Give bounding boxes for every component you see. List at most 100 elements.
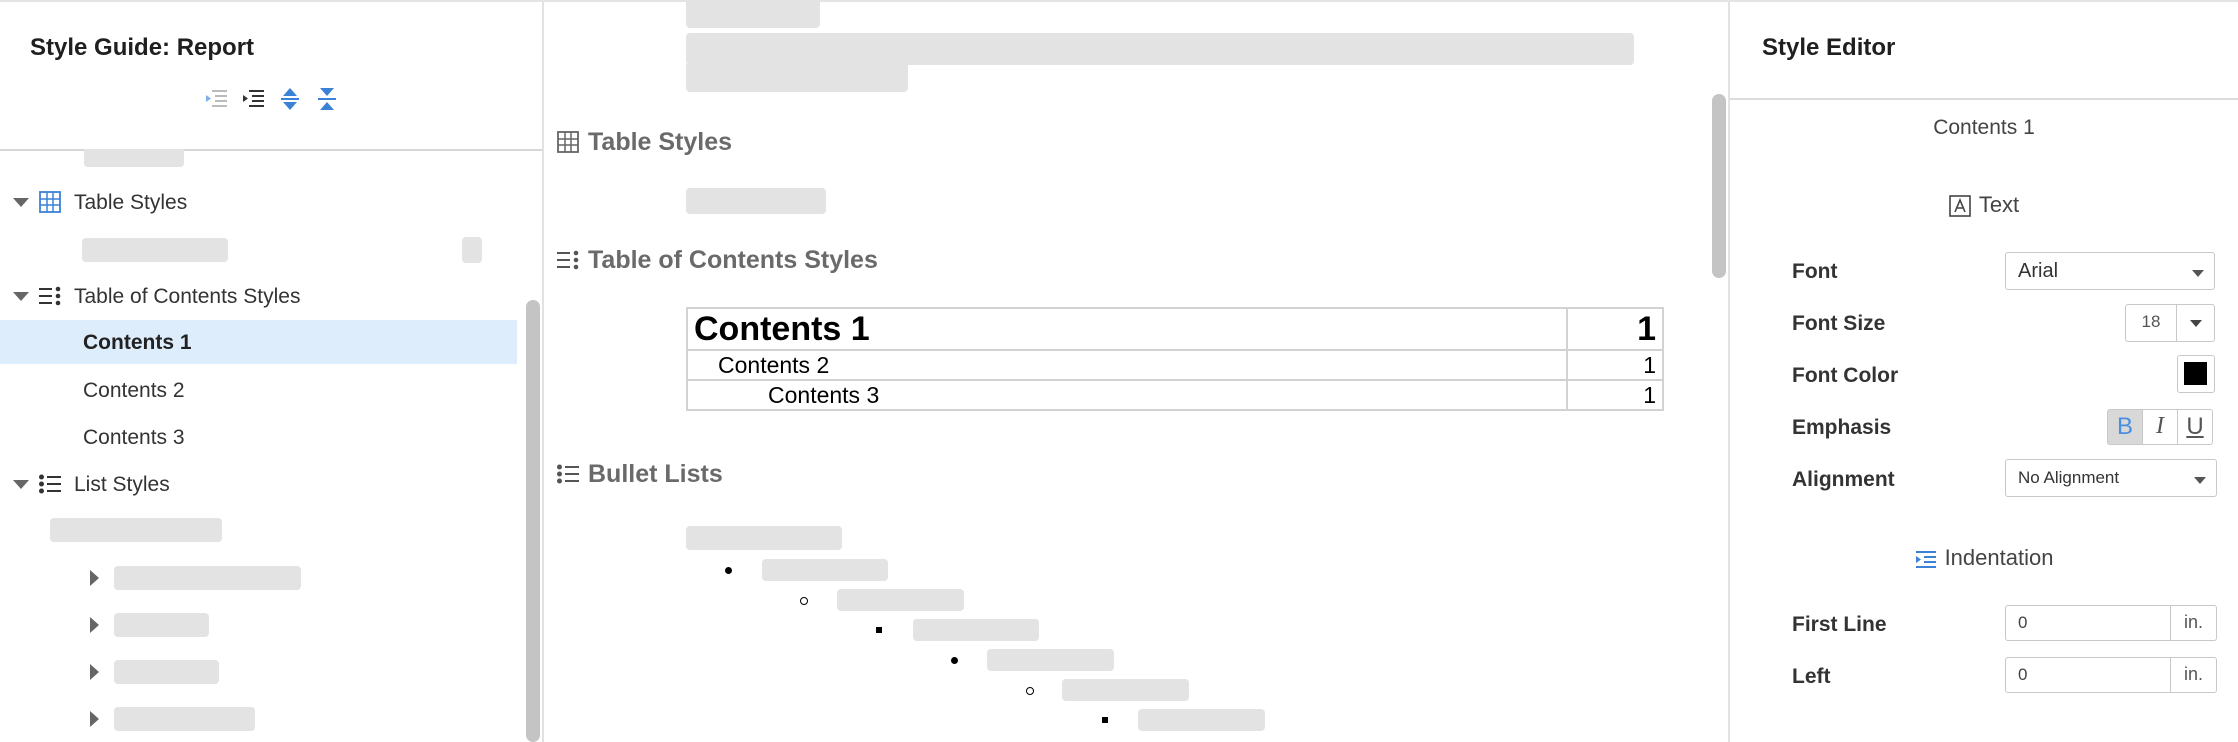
placeholder-text bbox=[837, 589, 964, 611]
toc-icon bbox=[557, 250, 579, 270]
tree-item-label: Table of Contents Styles bbox=[74, 285, 301, 308]
placeholder-text bbox=[1062, 679, 1189, 701]
group-label: Text bbox=[1978, 192, 2020, 217]
toc-entry-page: 1 bbox=[1566, 379, 1664, 411]
tree-item-contents-3[interactable]: Contents 3 bbox=[0, 415, 517, 459]
toc-preview-table: Contents 1 1 Contents 2 1 Contents 3 1 bbox=[686, 307, 1664, 411]
section-title-bullet-lists: Bullet Lists bbox=[588, 460, 723, 488]
font-size-input[interactable]: 18 bbox=[2125, 304, 2177, 342]
bullet-disc-icon bbox=[951, 657, 958, 664]
tree-scrollbar[interactable] bbox=[526, 300, 540, 742]
chevron-down-icon bbox=[2192, 270, 2204, 277]
tree-item-collapsed[interactable] bbox=[0, 556, 400, 600]
underline-button[interactable]: U bbox=[2177, 409, 2213, 445]
toc-preview-row[interactable]: Contents 2 1 bbox=[686, 349, 1664, 381]
preview-scrollbar[interactable] bbox=[1712, 94, 1726, 278]
tree-item-label: Table Styles bbox=[74, 191, 188, 214]
bullet-disc-icon bbox=[725, 567, 732, 574]
section-title-toc-styles: Table of Contents Styles bbox=[588, 246, 878, 274]
font-value: Arial bbox=[2018, 260, 2059, 282]
tree-item-collapsed[interactable] bbox=[0, 650, 400, 694]
placeholder-item bbox=[50, 518, 222, 542]
placeholder-text bbox=[686, 64, 908, 92]
placeholder-text bbox=[686, 526, 842, 550]
style-guide-panel: Style Guide: Report Table Styles Table o… bbox=[0, 2, 544, 742]
indentation-icon bbox=[1915, 551, 1936, 569]
table-icon bbox=[39, 191, 61, 213]
text-group-header: Text bbox=[1730, 192, 2238, 218]
first-line-input[interactable]: 0 bbox=[2005, 605, 2171, 641]
placeholder-item bbox=[114, 707, 255, 731]
indentation-group-header: Indentation bbox=[1730, 545, 2238, 571]
font-size-label: Font Size bbox=[1792, 312, 1886, 335]
caret-down-icon[interactable] bbox=[13, 480, 29, 489]
text-icon bbox=[1949, 195, 1971, 217]
indent-icon[interactable] bbox=[240, 86, 266, 112]
caret-down-icon[interactable] bbox=[13, 198, 29, 207]
placeholder-text bbox=[913, 619, 1039, 641]
tree-item-collapsed[interactable] bbox=[0, 603, 400, 647]
left-indent-label: Left bbox=[1792, 665, 1831, 688]
tree-item-table-styles[interactable]: Table Styles bbox=[0, 180, 517, 224]
caret-down-icon[interactable] bbox=[13, 292, 29, 301]
italic-button[interactable]: I bbox=[2142, 409, 2178, 445]
font-select[interactable]: Arial bbox=[2005, 252, 2215, 290]
toc-preview-row[interactable]: Contents 3 1 bbox=[686, 379, 1664, 411]
toc-entry-label: Contents 1 bbox=[686, 307, 1568, 351]
tree-item-label: List Styles bbox=[74, 473, 170, 496]
bullet-square-icon bbox=[1102, 717, 1108, 723]
bold-button[interactable]: B bbox=[2107, 409, 2143, 445]
placeholder-text bbox=[686, 188, 826, 214]
left-indent-input[interactable]: 0 bbox=[2005, 657, 2171, 693]
tree-item-label: Contents 2 bbox=[83, 379, 185, 402]
section-title-table-styles: Table Styles bbox=[588, 128, 733, 156]
outdent-icon[interactable] bbox=[203, 86, 229, 112]
placeholder-item bbox=[82, 238, 228, 262]
tree-item-collapsed[interactable] bbox=[0, 697, 400, 741]
caret-right-icon[interactable] bbox=[90, 617, 99, 633]
collapse-all-icon[interactable] bbox=[314, 86, 340, 112]
placeholder-item bbox=[462, 237, 482, 263]
caret-right-icon[interactable] bbox=[90, 664, 99, 680]
placeholder-item bbox=[114, 566, 301, 590]
placeholder-text bbox=[987, 649, 1114, 671]
placeholder-text bbox=[762, 559, 888, 581]
table-icon bbox=[557, 131, 579, 153]
font-size-dropdown[interactable] bbox=[2176, 304, 2215, 342]
style-preview-panel: Table Styles Table of Contents Styles Co… bbox=[544, 2, 1730, 742]
bullet-circle-icon bbox=[1026, 687, 1034, 695]
toc-entry-page: 1 bbox=[1566, 307, 1664, 351]
list-icon bbox=[557, 464, 579, 484]
tree-item-toc-styles[interactable]: Table of Contents Styles bbox=[0, 274, 517, 318]
placeholder-text bbox=[1138, 709, 1265, 731]
placeholder-item bbox=[84, 149, 184, 167]
placeholder-item bbox=[114, 660, 219, 684]
unit-label: in. bbox=[2171, 657, 2217, 693]
first-line-label: First Line bbox=[1792, 613, 1887, 636]
chevron-down-icon bbox=[2194, 477, 2206, 484]
tree-item-contents-2[interactable]: Contents 2 bbox=[0, 368, 517, 412]
group-label: Indentation bbox=[1944, 545, 2054, 570]
toc-preview-row[interactable]: Contents 1 1 bbox=[686, 307, 1664, 351]
font-color-swatch-button[interactable] bbox=[2177, 355, 2215, 393]
panel-title: Style Guide: Report bbox=[30, 34, 255, 61]
placeholder-item bbox=[114, 613, 209, 637]
tree-item-label: Contents 3 bbox=[83, 426, 185, 449]
toc-entry-label: Contents 3 bbox=[686, 379, 1568, 411]
tree-item-contents-1[interactable]: Contents 1 bbox=[0, 320, 517, 364]
placeholder-text bbox=[686, 33, 1634, 65]
caret-right-icon[interactable] bbox=[90, 570, 99, 586]
bullet-circle-icon bbox=[800, 597, 808, 605]
unit-label: in. bbox=[2171, 605, 2217, 641]
alignment-label: Alignment bbox=[1792, 468, 1895, 491]
panel-title: Style Editor bbox=[1762, 34, 1896, 61]
chevron-down-icon bbox=[2190, 320, 2202, 327]
alignment-select[interactable]: No Alignment bbox=[2005, 459, 2217, 497]
style-name: Contents 1 bbox=[1933, 116, 2035, 139]
tree-item-list-styles[interactable]: List Styles bbox=[0, 462, 517, 506]
expand-all-icon[interactable] bbox=[277, 86, 303, 112]
caret-right-icon[interactable] bbox=[90, 711, 99, 727]
toc-entry-label: Contents 2 bbox=[686, 349, 1568, 381]
font-color-label: Font Color bbox=[1792, 364, 1899, 387]
color-swatch bbox=[2184, 362, 2207, 385]
